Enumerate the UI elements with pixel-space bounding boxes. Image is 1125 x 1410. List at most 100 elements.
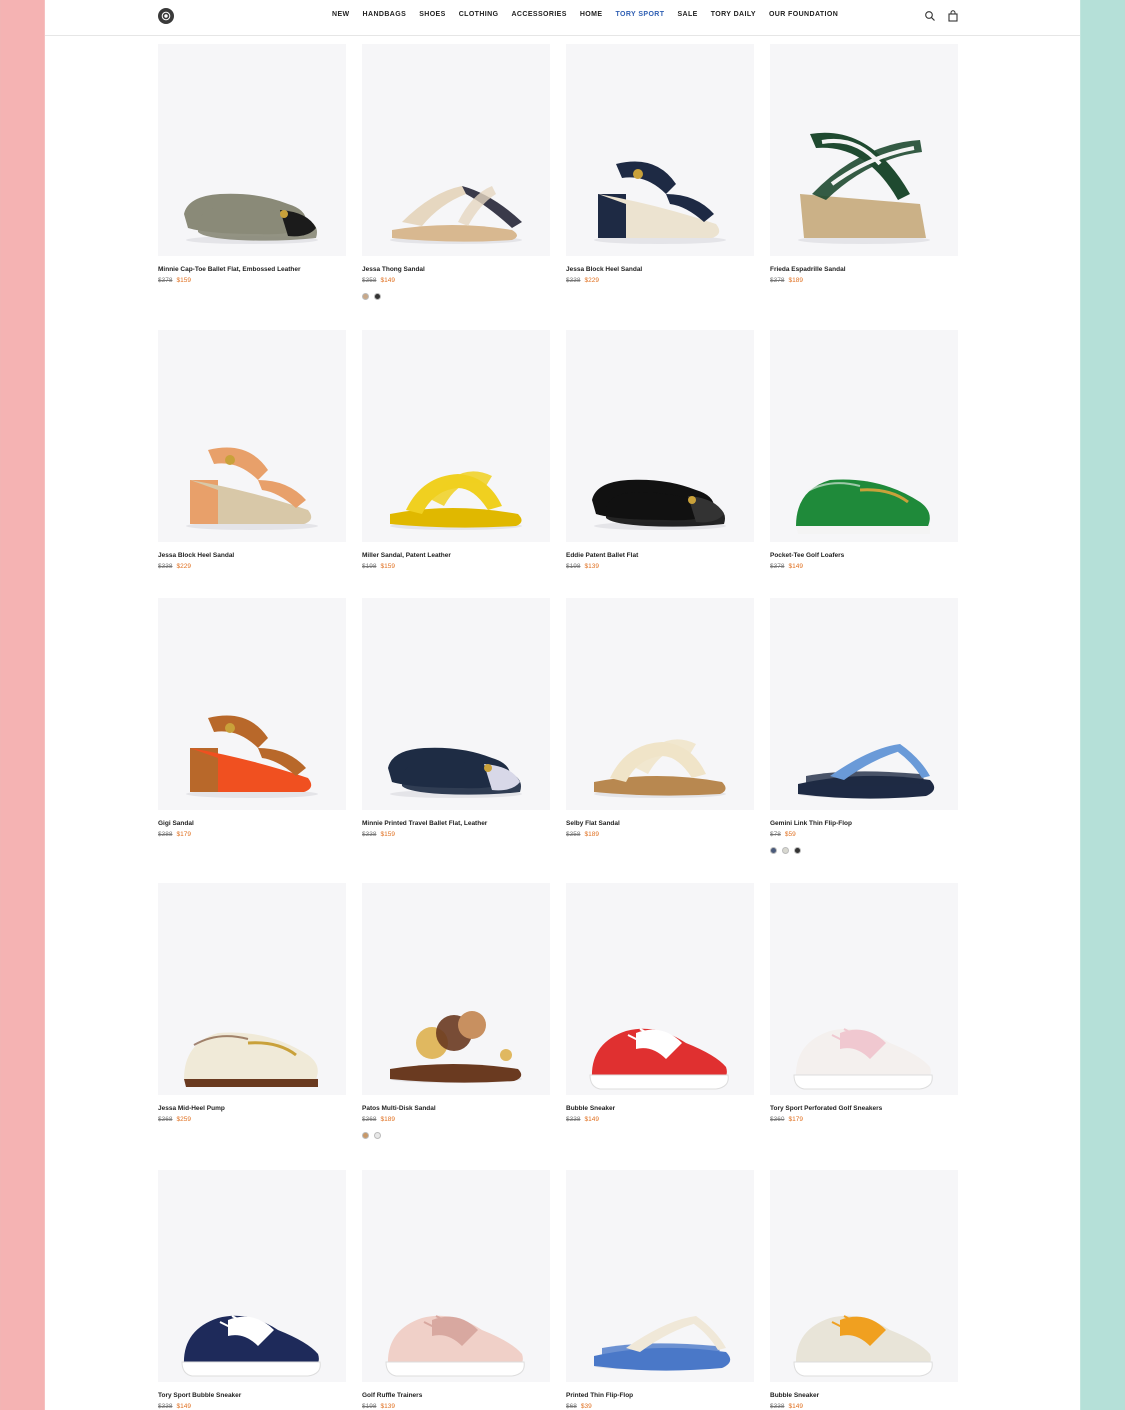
product-prices: $388 $179 <box>158 831 191 838</box>
site-header: NEW HANDBAGS SHOES CLOTHING ACCESSORIES HOME T… <box>45 0 1080 36</box>
bag-icon[interactable] <box>947 10 959 22</box>
product-image[interactable] <box>566 44 754 256</box>
product-name[interactable]: Jessa Mid-Heel Pump <box>158 1105 225 1112</box>
sale-price: $149 <box>380 277 395 284</box>
product-name[interactable]: Tory Sport Perforated Golf Sneakers <box>770 1105 882 1112</box>
original-price: $378 <box>770 277 785 284</box>
sale-price: $179 <box>176 831 191 838</box>
product-image[interactable] <box>770 330 958 542</box>
product-name[interactable]: Tory Sport Bubble Sneaker <box>158 1392 241 1399</box>
product-name[interactable]: Pocket-Tee Golf Loafers <box>770 552 844 559</box>
original-price: $338 <box>566 277 581 284</box>
product-name[interactable]: Minnie Cap-Toe Ballet Flat, Embossed Lea… <box>158 266 301 273</box>
product-image[interactable] <box>158 44 346 256</box>
product-prices: $198 $139 <box>566 563 599 570</box>
product-name[interactable]: Bubble Sneaker <box>770 1392 819 1399</box>
sale-price: $229 <box>584 277 599 284</box>
sale-price: $159 <box>380 831 395 838</box>
product-image[interactable] <box>158 598 346 810</box>
color-swatches <box>770 847 801 854</box>
nav-item-tory-daily[interactable]: TORY DAILY <box>711 11 756 18</box>
product-name[interactable]: Minnie Printed Travel Ballet Flat, Leath… <box>362 820 487 827</box>
product-name[interactable]: Gemini Link Thin Flip-Flop <box>770 820 852 827</box>
nav-item-sale[interactable]: SALE <box>677 11 697 18</box>
sale-price: $149 <box>788 563 803 570</box>
sale-price: $159 <box>380 563 395 570</box>
sale-price: $139 <box>380 1403 395 1410</box>
product-name[interactable]: Frieda Espadrille Sandal <box>770 266 846 273</box>
color-swatch[interactable] <box>362 1132 369 1139</box>
original-price: $78 <box>770 831 781 838</box>
original-price: $368 <box>158 1116 173 1123</box>
color-swatch[interactable] <box>374 1132 381 1139</box>
logo-icon[interactable] <box>158 8 174 24</box>
main-nav: NEW HANDBAGS SHOES CLOTHING ACCESSORIES HOME T… <box>332 11 838 18</box>
product-name[interactable]: Jessa Block Heel Sandal <box>566 266 642 273</box>
product-prices: $358 $149 <box>362 277 395 284</box>
product-prices: $368 $259 <box>158 1116 191 1123</box>
product-name[interactable]: Selby Flat Sandal <box>566 820 620 827</box>
product-name[interactable]: Jessa Thong Sandal <box>362 266 425 273</box>
product-image[interactable] <box>362 330 550 542</box>
product-image[interactable] <box>566 883 754 1095</box>
original-price: $198 <box>566 563 581 570</box>
sale-price: $189 <box>788 277 803 284</box>
search-icon[interactable] <box>924 10 936 22</box>
product-image[interactable] <box>362 44 550 256</box>
product-image[interactable] <box>566 1170 754 1382</box>
product-image[interactable] <box>158 1170 346 1382</box>
color-swatches <box>362 1132 381 1139</box>
product-prices: $78 $59 <box>770 831 796 838</box>
product-image[interactable] <box>158 883 346 1095</box>
product-image[interactable] <box>362 1170 550 1382</box>
nav-item-shoes[interactable]: SHOES <box>419 11 446 18</box>
color-swatch[interactable] <box>782 847 789 854</box>
product-name[interactable]: Golf Ruffle Trainers <box>362 1392 422 1399</box>
product-name[interactable]: Eddie Patent Ballet Flat <box>566 552 638 559</box>
product-prices: $338 $149 <box>158 1403 191 1410</box>
product-image[interactable] <box>770 44 958 256</box>
product-image[interactable] <box>770 1170 958 1382</box>
original-price: $338 <box>566 1116 581 1123</box>
nav-item-clothing[interactable]: CLOTHING <box>459 11 499 18</box>
original-price: $378 <box>158 277 173 284</box>
product-name[interactable]: Printed Thin Flip-Flop <box>566 1392 633 1399</box>
sale-price: $259 <box>176 1116 191 1123</box>
nav-item-our-foundation[interactable]: OUR FOUNDATION <box>769 11 838 18</box>
product-name[interactable]: Patos Multi-Disk Sandal <box>362 1105 436 1112</box>
product-name[interactable]: Bubble Sneaker <box>566 1105 615 1112</box>
product-image[interactable] <box>566 330 754 542</box>
sale-price: $149 <box>788 1403 803 1410</box>
product-prices: $198 $159 <box>362 563 395 570</box>
product-name[interactable]: Gigi Sandal <box>158 820 194 827</box>
product-name[interactable]: Miller Sandal, Patent Leather <box>362 552 451 559</box>
original-price: $68 <box>566 1403 577 1410</box>
product-image[interactable] <box>770 883 958 1095</box>
nav-item-handbags[interactable]: HANDBAGS <box>363 11 407 18</box>
product-name[interactable]: Jessa Block Heel Sandal <box>158 552 234 559</box>
sale-price: $149 <box>176 1403 191 1410</box>
color-swatch[interactable] <box>374 293 381 300</box>
nav-item-tory-sport[interactable]: TORY SPORT <box>615 11 664 18</box>
color-swatch[interactable] <box>362 293 369 300</box>
product-image[interactable] <box>158 330 346 542</box>
original-price: $338 <box>770 1403 785 1410</box>
color-swatch[interactable] <box>794 847 801 854</box>
product-image[interactable] <box>362 598 550 810</box>
color-swatch[interactable] <box>770 847 777 854</box>
product-image[interactable] <box>770 598 958 810</box>
product-image[interactable] <box>362 883 550 1095</box>
product-image[interactable] <box>566 598 754 810</box>
original-price: $358 <box>566 831 581 838</box>
product-listing-page: NEW HANDBAGS SHOES CLOTHING ACCESSORIES HOME T… <box>45 0 1080 1410</box>
product-prices: $368 $189 <box>362 1116 395 1123</box>
original-price: $378 <box>770 563 785 570</box>
nav-item-accessories[interactable]: ACCESSORIES <box>511 11 566 18</box>
original-price: $338 <box>158 563 173 570</box>
product-prices: $338 $159 <box>362 831 395 838</box>
nav-item-home[interactable]: HOME <box>580 11 603 18</box>
product-prices: $338 $149 <box>566 1116 599 1123</box>
product-prices: $68 $39 <box>566 1403 592 1410</box>
sale-price: $149 <box>584 1116 599 1123</box>
nav-item-new[interactable]: NEW <box>332 11 350 18</box>
